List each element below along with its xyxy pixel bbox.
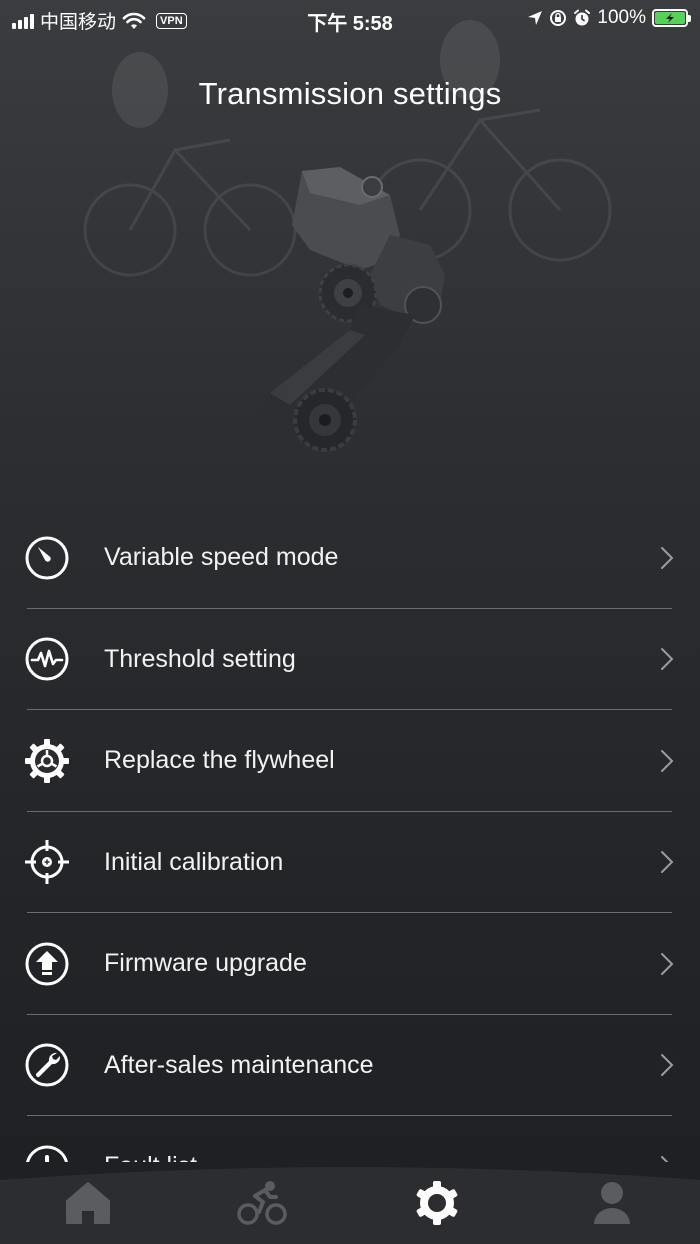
- tab-profile[interactable]: [587, 1180, 637, 1226]
- menu-item-label: Replace the flywheel: [104, 746, 335, 775]
- menu-item-label: Variable speed mode: [104, 543, 339, 572]
- rear-derailleur-image: [255, 167, 445, 452]
- chevron-right-icon: [661, 546, 674, 569]
- settings-gear-icon: [416, 1181, 458, 1225]
- speedometer-icon: [25, 536, 69, 580]
- settings-menu-list: Variable speed mode Threshold setting Re…: [0, 507, 700, 1162]
- menu-item-initial-calibration[interactable]: Initial calibration: [0, 812, 700, 914]
- chevron-right-icon: [661, 749, 674, 772]
- page-title: Transmission settings: [198, 76, 502, 111]
- menu-item-replace-flywheel[interactable]: Replace the flywheel: [0, 710, 700, 812]
- tab-ride[interactable]: [237, 1180, 287, 1226]
- waveform-icon: [25, 637, 69, 681]
- gear-icon: [25, 738, 69, 783]
- chevron-right-icon: [661, 952, 674, 975]
- menu-item-fault-list[interactable]: Fault list: [0, 1116, 700, 1162]
- crosshair-icon: [25, 840, 69, 885]
- menu-item-label: After-sales maintenance: [104, 1050, 374, 1079]
- home-icon: [66, 1182, 110, 1224]
- bottom-tab-bar: [0, 1160, 700, 1244]
- upload-icon: [25, 942, 69, 986]
- wrench-icon: [25, 1043, 69, 1087]
- chevron-right-icon: [661, 648, 674, 671]
- menu-item-label: Threshold setting: [104, 644, 296, 673]
- tab-settings[interactable]: [412, 1180, 462, 1226]
- menu-item-label: Initial calibration: [104, 847, 284, 876]
- menu-item-variable-speed-mode[interactable]: Variable speed mode: [0, 507, 700, 609]
- tab-home[interactable]: [63, 1180, 113, 1226]
- chevron-right-icon: [661, 851, 674, 874]
- menu-item-after-sales-maintenance[interactable]: After-sales maintenance: [0, 1015, 700, 1117]
- cyclist-icon: [237, 1181, 287, 1225]
- menu-item-threshold-setting[interactable]: Threshold setting: [0, 609, 700, 711]
- menu-item-firmware-upgrade[interactable]: Firmware upgrade: [0, 913, 700, 1015]
- menu-item-label: Firmware upgrade: [104, 949, 307, 978]
- person-icon: [594, 1182, 630, 1224]
- chevron-right-icon: [661, 1054, 674, 1077]
